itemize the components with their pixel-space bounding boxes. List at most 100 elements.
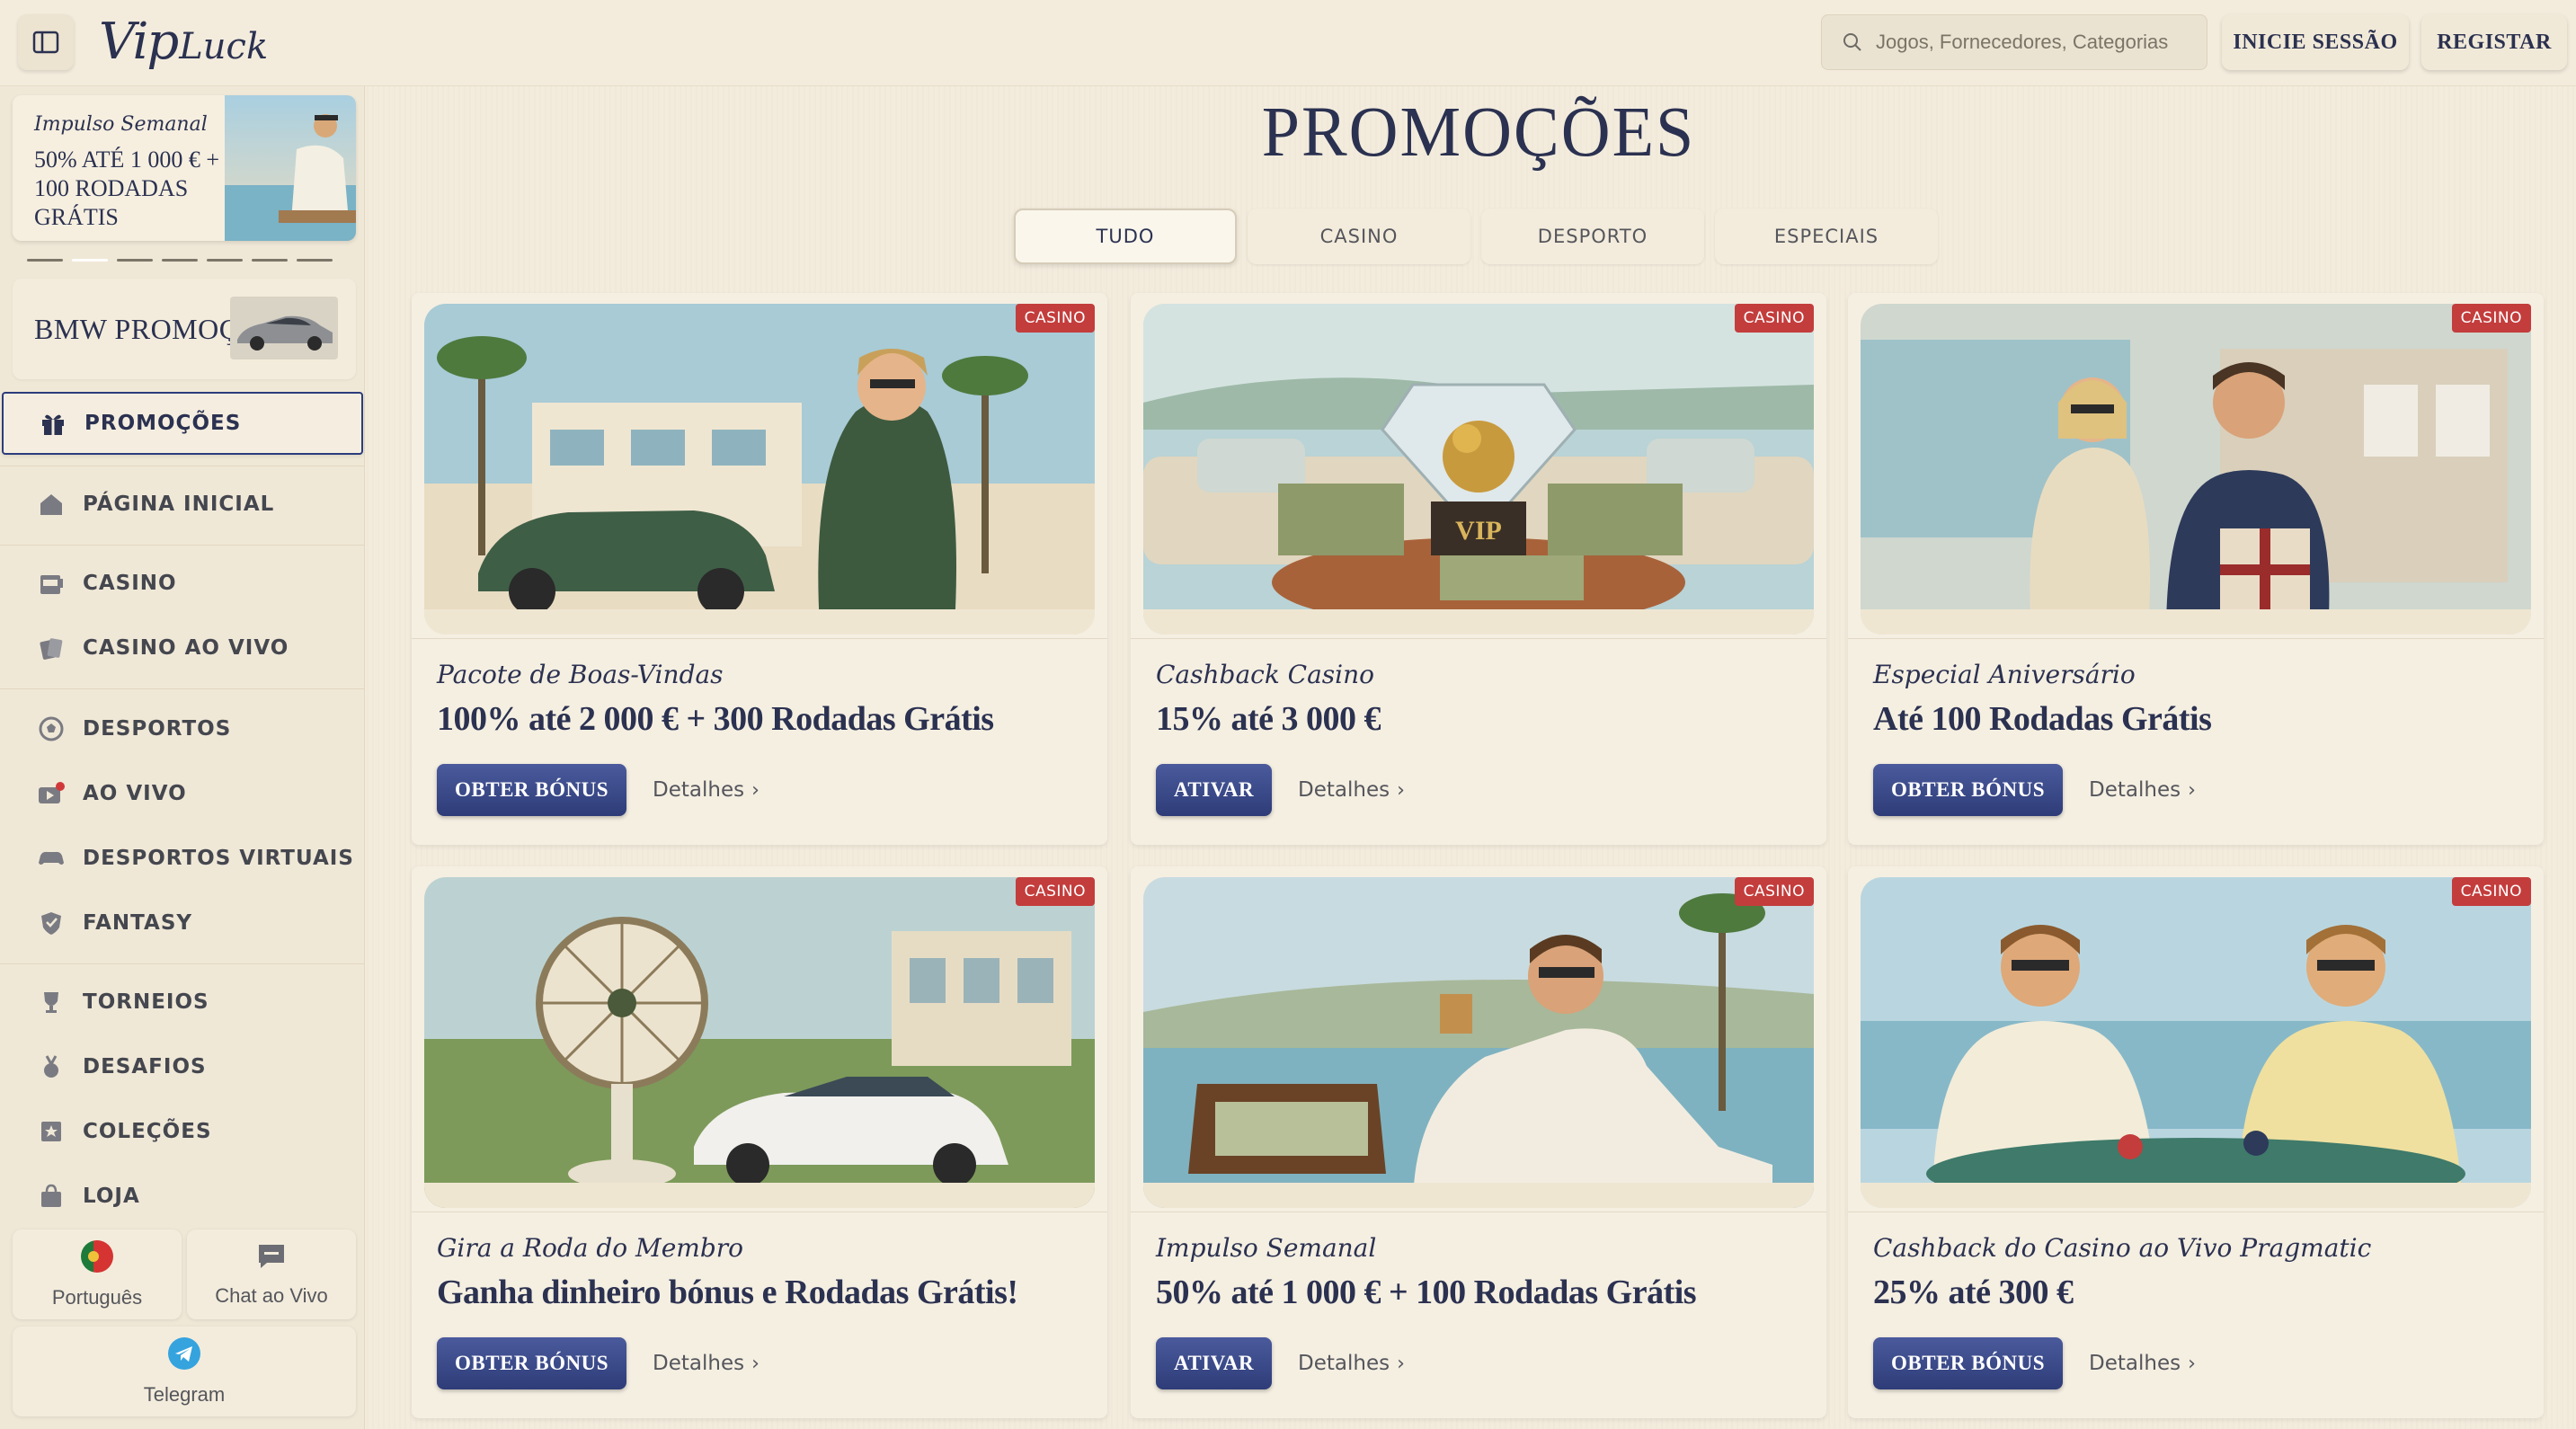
sidebar-item-label: CASINO [83,572,177,595]
logo-vip-text: Vip [99,13,179,71]
carousel-dot[interactable] [252,259,288,262]
sidebar-item-desportos-virtuais[interactable]: DESPORTOS VIRTUAIS [0,827,365,890]
get-bonus-button[interactable]: OBTER BÓNUS [1873,1337,2064,1389]
activate-button[interactable]: ATIVAR [1156,764,1273,816]
promo-subtitle: Cashback do Casino ao Vivo Pragmatic [1873,1233,2372,1263]
get-bonus-button[interactable]: OBTER BÓNUS [1873,764,2064,816]
trophy-icon [36,987,67,1017]
search-input[interactable] [1876,31,2199,54]
chevron-right-icon: › [1397,1352,1405,1375]
collection-icon [36,1116,67,1147]
category-badge: CASINO [1734,304,1814,333]
promo-subtitle: Cashback Casino [1156,660,1375,689]
promo-image-anniversary[interactable] [1861,304,2531,635]
sidebar-item-torneios[interactable]: TORNEIOS [0,971,365,1034]
category-badge: CASINO [2451,877,2531,906]
sidebar-item-pagina-inicial[interactable]: PÁGINA INICIAL [0,473,365,536]
sidebar-item-desafios[interactable]: DESAFIOS [0,1035,365,1098]
details-label: Detalhes [1298,1352,1390,1375]
login-button[interactable]: INICIE SESSÃO [2222,14,2409,70]
details-link[interactable]: Detalhes › [653,778,759,802]
page-title: PROMOÇÕES [1261,92,1696,173]
chevron-right-icon: › [751,778,759,802]
sidebar-promo-banner[interactable]: Impulso Semanal 50% ATÉ 1 000 € + 100 RO… [13,95,356,241]
slot-machine-icon [36,568,67,599]
get-bonus-button[interactable]: OBTER BÓNUS [437,764,627,816]
chevron-right-icon: › [2188,1352,2196,1375]
banner-carousel-dots[interactable] [27,259,333,262]
telegram-icon [167,1336,201,1376]
register-button[interactable]: REGISTAR [2421,14,2567,70]
sidebar-toggle-button[interactable] [18,14,74,70]
sidebar-item-desportos[interactable]: DESPORTOS [0,697,365,760]
details-link[interactable]: Detalhes › [1298,1352,1405,1375]
promo-card: CASINO Pacote de Boas-Vindas 100% até 2 … [412,293,1107,845]
promo-headline: 15% até 3 000 € [1156,700,1381,738]
carousel-dot-active[interactable] [72,259,108,262]
carousel-dot[interactable] [297,259,333,262]
top-header: Vip Luck INICIE SESSÃO REGISTAR [0,0,2576,86]
sidebar-item-loja[interactable]: LOJA [0,1165,365,1228]
chevron-right-icon: › [2188,778,2196,802]
soccer-ball-icon [36,714,67,744]
promo-image-live-cashback[interactable] [1861,877,2531,1208]
sidebar-item-fantasy[interactable]: FANTASY [0,892,365,954]
tab-especiais[interactable]: ESPECIAIS [1715,209,1938,264]
search-box[interactable] [1821,14,2207,70]
sidebar-item-ao-vivo[interactable]: AO VIVO [0,762,365,825]
car-image [230,297,338,359]
sidebar-item-colecoes[interactable]: COLEÇÕES [0,1100,365,1163]
bmw-promo-card[interactable]: BMW PROMOÇÃO [13,279,356,379]
carousel-dot[interactable] [207,259,243,262]
sidebar-item-label: PROMOÇÕES [84,412,242,435]
details-label: Detalhes [1298,778,1390,802]
promo-image-wheel[interactable] [424,877,1095,1208]
category-badge: CASINO [2451,304,2531,333]
details-label: Detalhes [2089,778,2181,802]
sidebar-item-label: AO VIVO [83,782,187,805]
tab-desporto[interactable]: DESPORTO [1481,209,1704,264]
shield-icon [36,908,67,938]
details-label: Detalhes [653,778,745,802]
sidebar-item-casino-ao-vivo[interactable]: CASINO AO VIVO [0,617,365,679]
language-selector[interactable]: Português [13,1229,182,1319]
activate-button[interactable]: ATIVAR [1156,1337,1273,1389]
promo-headline: 25% até 300 € [1873,1274,2074,1311]
carousel-dot[interactable] [162,259,198,262]
sidebar-item-promocoes[interactable]: PROMOÇÕES [2,392,363,455]
promo-banner-illustration [225,95,356,241]
promo-image-welcome[interactable] [424,304,1095,635]
card-divider [1848,638,2544,639]
sidebar-item-label: COLEÇÕES [83,1120,212,1143]
promo-headline: Até 100 Rodadas Grátis [1873,700,2212,738]
carousel-dot[interactable] [27,259,63,262]
sidebar-item-label: PÁGINA INICIAL [83,493,275,516]
promo-subtitle: Pacote de Boas-Vindas [437,660,724,689]
sidebar-divider [0,963,365,964]
details-link[interactable]: Detalhes › [2089,778,2196,802]
promo-headline: Ganha dinheiro bónus e Rodadas Grátis! [437,1274,1018,1311]
site-logo[interactable]: Vip Luck [99,13,268,72]
tab-casino[interactable]: CASINO [1248,209,1470,264]
details-label: Detalhes [2089,1352,2181,1375]
get-bonus-button[interactable]: OBTER BÓNUS [437,1337,627,1389]
carousel-dot[interactable] [117,259,153,262]
sidebar-item-casino[interactable]: CASINO [0,552,365,615]
promo-filter-tabs: TUDO CASINO DESPORTO ESPECIAIS [1014,209,1938,264]
details-link[interactable]: Detalhes › [2089,1352,2196,1375]
details-link[interactable]: Detalhes › [1298,778,1405,802]
details-link[interactable]: Detalhes › [653,1352,759,1375]
shop-bag-icon [36,1181,67,1212]
sidebar-item-label: DESAFIOS [83,1055,207,1078]
promo-subtitle: Gira a Roda do Membro [437,1233,743,1263]
telegram-button[interactable]: Telegram [13,1327,356,1416]
sidebar-item-label: CASINO AO VIVO [83,636,289,660]
live-chat-button[interactable]: Chat ao Vivo [187,1229,356,1319]
sidebar-item-label: DESPORTOS VIRTUAIS [83,847,354,870]
promo-image-weekly-boost[interactable] [1143,877,1814,1208]
promo-subtitle: Impulso Semanal [1156,1233,1377,1263]
promo-image-cashback[interactable]: VIP [1143,304,1814,635]
sidebar-item-label: TORNEIOS [83,990,209,1014]
tab-tudo[interactable]: TUDO [1014,209,1237,264]
sidebar-item-label: FANTASY [83,911,193,935]
